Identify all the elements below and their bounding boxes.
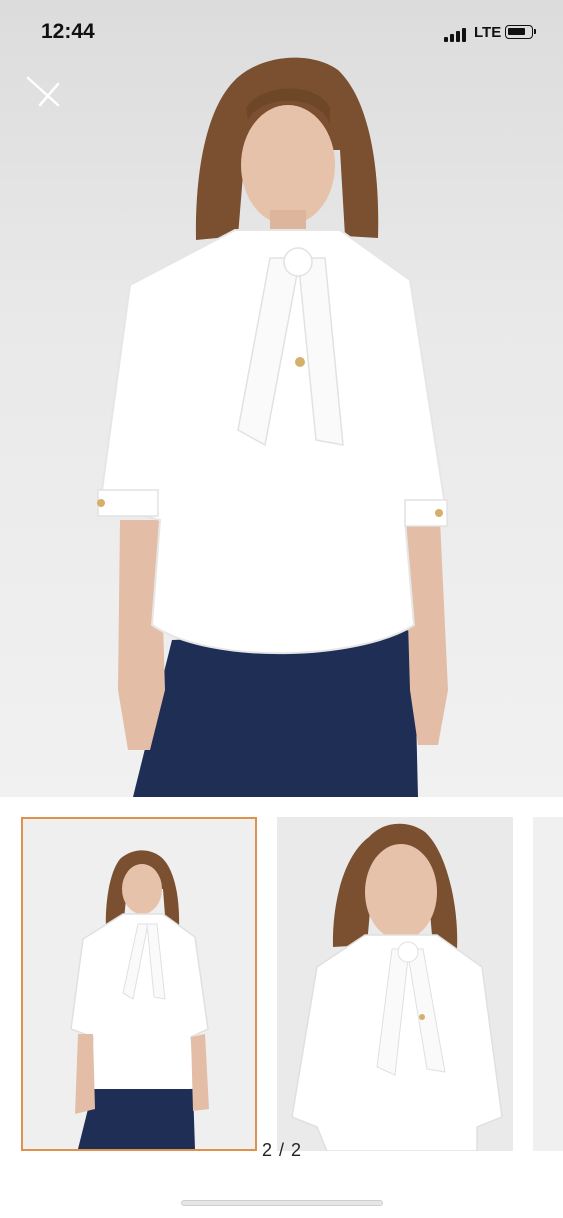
network-type: LTE: [474, 24, 502, 41]
product-main-image[interactable]: 12:44 LTE: [0, 0, 563, 797]
status-time: 12:44: [41, 20, 95, 43]
thumbnail-strip[interactable]: [0, 817, 563, 1153]
close-button[interactable]: [24, 74, 64, 110]
thumbnail-1[interactable]: [21, 817, 257, 1151]
thumbnail-3-partial[interactable]: [533, 817, 563, 1151]
thumbnail-2[interactable]: [277, 817, 513, 1151]
home-indicator: [181, 1200, 383, 1206]
thumbnail-2-photo: [291, 823, 503, 1151]
battery-icon: [505, 25, 536, 39]
thumbnail-1-photo: [70, 850, 209, 1149]
close-icon: [26, 76, 60, 107]
status-bar: 12:44 LTE: [0, 0, 563, 70]
model-photo: [97, 57, 448, 797]
signal-icon: [444, 26, 468, 42]
image-counter: 2 / 2: [261, 1140, 303, 1160]
